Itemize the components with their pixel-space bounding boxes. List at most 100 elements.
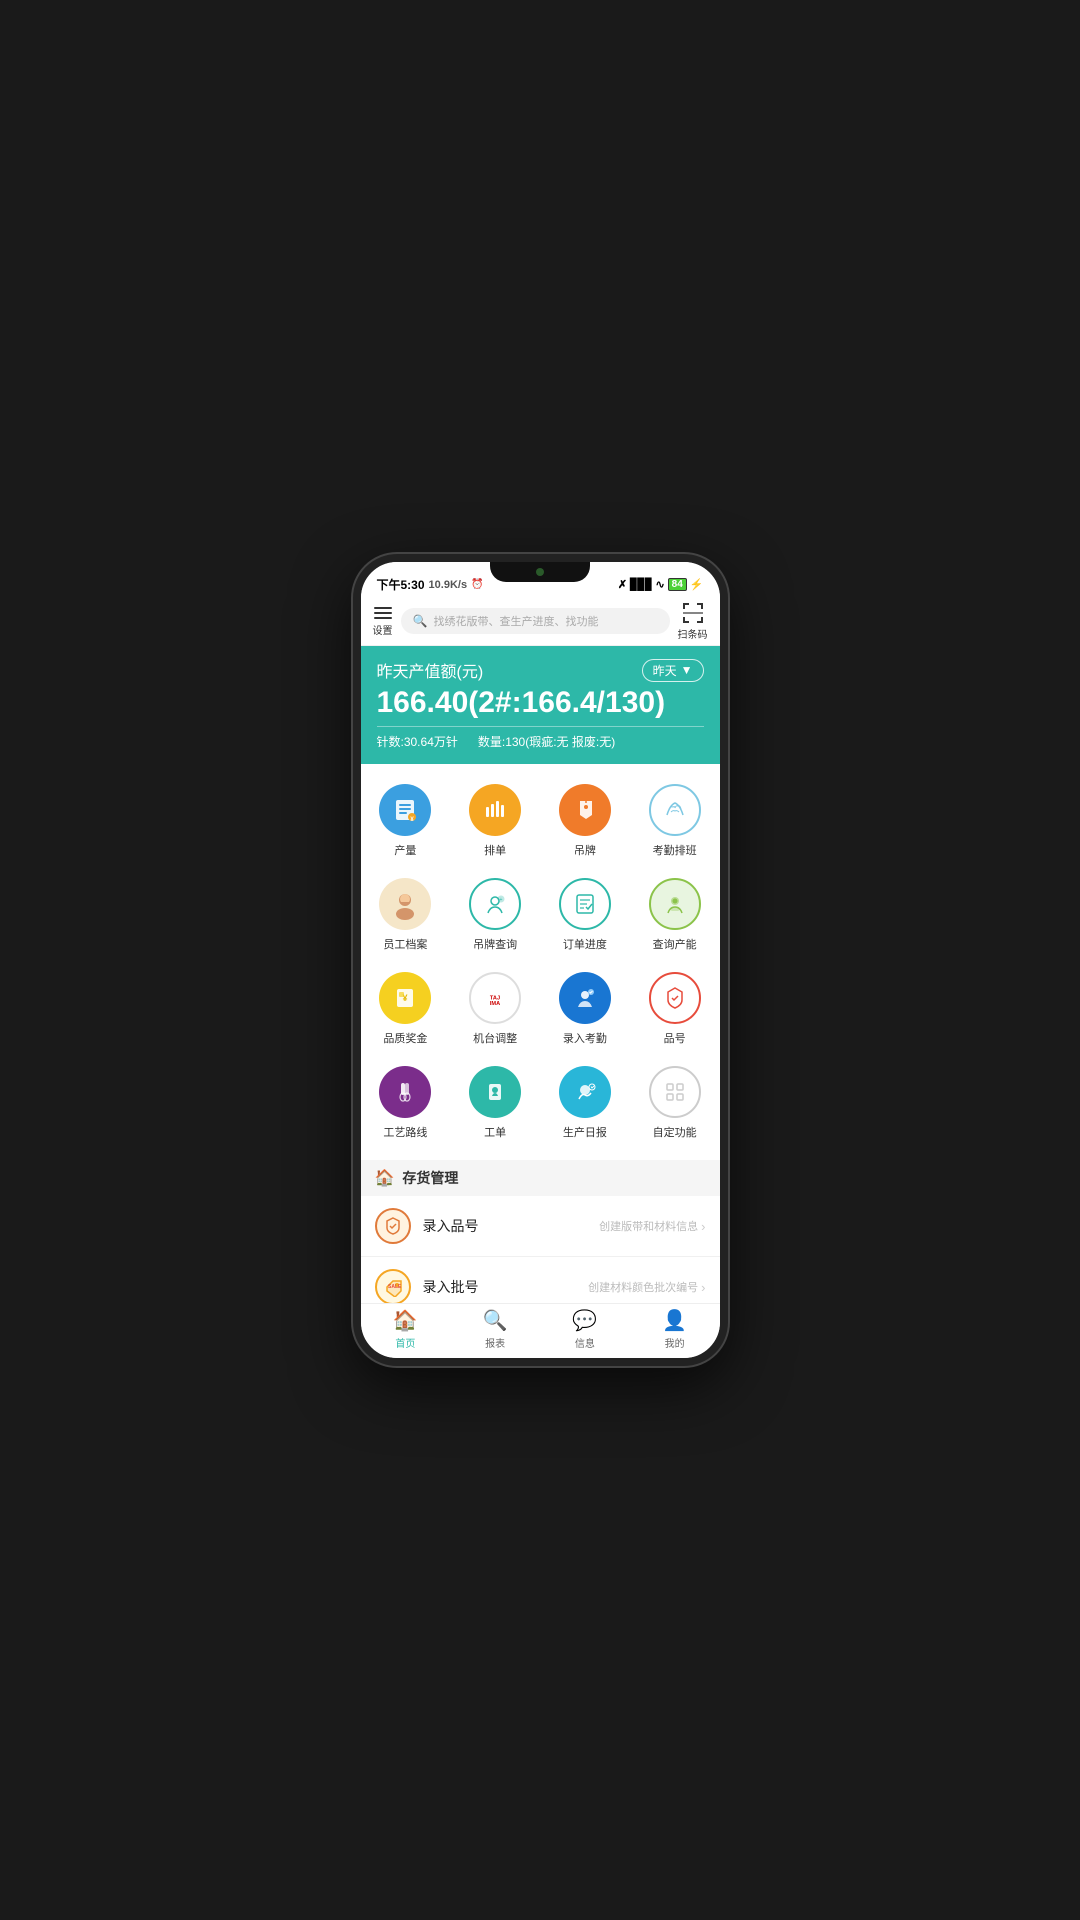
- main-grid: ¥ 产量 排单 吊牌: [361, 764, 720, 1160]
- grid-item-attendance[interactable]: 考勤排班: [630, 774, 720, 868]
- grid-label-schedule: 排单: [484, 842, 506, 858]
- grid-item-tag[interactable]: 吊牌: [540, 774, 630, 868]
- inventory-section-header: 🏠 存货管理: [361, 1160, 720, 1196]
- grid-label-daily-report: 生产日报: [563, 1124, 607, 1140]
- work-order-icon: [469, 1066, 521, 1118]
- svg-text:IMA: IMA: [490, 1001, 500, 1007]
- settings-button[interactable]: 设置: [373, 606, 393, 637]
- app-header: 设置 🔍 找绣花版带、查生产进度、找功能 扫条码: [361, 597, 720, 646]
- alarm-icon: ⏰: [471, 579, 483, 590]
- grid-item-process[interactable]: 工艺路线: [361, 1056, 451, 1150]
- search-icon: 🔍: [413, 614, 428, 628]
- grid-label-work-order: 工单: [484, 1124, 506, 1140]
- grid-label-product-number: 品号: [664, 1030, 686, 1046]
- phone-shell: 下午5:30 10.9K/s ⏰ ✗ ▊▊▊ ∿ 84 ⚡ 设置 🔍 找绣花版带…: [353, 554, 728, 1366]
- order-progress-icon: [559, 878, 611, 930]
- grid-label-capacity: 查询产能: [653, 936, 697, 952]
- banner-title: 昨天产值额(元): [377, 658, 484, 682]
- grid-label-attendance: 考勤排班: [653, 842, 697, 858]
- daily-report-icon: [559, 1066, 611, 1118]
- nav-reports-label: 报表: [485, 1335, 505, 1350]
- product-entry-label: 录入品号: [423, 1216, 588, 1236]
- custom-icon: [649, 1066, 701, 1118]
- product-entry-icon: [375, 1208, 411, 1244]
- home-icon: 🏠: [393, 1308, 418, 1333]
- wifi-icon: ∿: [655, 578, 664, 591]
- grid-item-machine[interactable]: TAJ IMA 机台调整: [450, 962, 540, 1056]
- grid-label-record-attendance: 录入考勤: [563, 1030, 607, 1046]
- grid-label-tag: 吊牌: [574, 842, 596, 858]
- capacity-icon: [649, 878, 701, 930]
- grid-label-order-progress: 订单进度: [563, 936, 607, 952]
- grid-label-custom: 自定功能: [653, 1124, 697, 1140]
- filter-label: 昨天: [653, 662, 677, 679]
- svg-text:+: +: [500, 897, 503, 903]
- reports-icon: 🔍: [483, 1308, 508, 1333]
- speed: 10.9K/s: [429, 579, 468, 591]
- tag-query-icon: +: [469, 878, 521, 930]
- product-number-icon: [649, 972, 701, 1024]
- search-placeholder: 找绣花版带、查生产进度、找功能: [433, 613, 598, 629]
- machine-icon: TAJ IMA: [469, 972, 521, 1024]
- nav-messages[interactable]: 💬 信息: [540, 1308, 630, 1350]
- chevron-down-icon: ▼: [681, 663, 693, 677]
- grid-label-production: 产量: [394, 842, 416, 858]
- grid-item-capacity[interactable]: 查询产能: [630, 868, 720, 962]
- stat-quantity: 数量:130(瑕疵:无 报废:无): [478, 733, 615, 750]
- schedule-icon: [469, 784, 521, 836]
- employee-icon: [379, 878, 431, 930]
- scan-label: 扫条码: [678, 626, 708, 641]
- svg-text:SALE: SALE: [388, 1284, 402, 1290]
- production-value: 166.40(2#:166.4/130): [377, 686, 704, 727]
- list-item-product-entry[interactable]: 录入品号 创建版带和材料信息 ›: [361, 1196, 720, 1257]
- scroll-area[interactable]: ¥ 产量 排单 吊牌: [361, 764, 720, 1324]
- grid-item-custom[interactable]: 自定功能: [630, 1056, 720, 1150]
- grid-item-product-number[interactable]: 品号: [630, 962, 720, 1056]
- grid-item-record-attendance[interactable]: 录入考勤: [540, 962, 630, 1056]
- profile-icon: 👤: [662, 1308, 687, 1333]
- batch-entry-label: 录入批号: [423, 1277, 577, 1297]
- grid-item-work-order[interactable]: 工单: [450, 1056, 540, 1150]
- inventory-section-icon: 🏠: [375, 1168, 395, 1188]
- notch: [490, 562, 590, 582]
- stat-needles: 针数:30.64万针: [377, 733, 458, 750]
- quality-icon: ¥: [379, 972, 431, 1024]
- grid-item-employee[interactable]: 员工档案: [361, 868, 451, 962]
- nav-reports[interactable]: 🔍 报表: [450, 1308, 540, 1350]
- attendance-icon: [649, 784, 701, 836]
- search-bar[interactable]: 🔍 找绣花版带、查生产进度、找功能: [401, 608, 670, 634]
- scan-button[interactable]: 扫条码: [678, 601, 708, 641]
- settings-label: 设置: [373, 622, 393, 637]
- batch-entry-sub: 创建材料颜色批次编号 ›: [588, 1279, 705, 1295]
- record-attendance-icon: [559, 972, 611, 1024]
- filter-button[interactable]: 昨天 ▼: [642, 659, 704, 682]
- nav-home[interactable]: 🏠 首页: [361, 1308, 451, 1350]
- grid-label-process: 工艺路线: [383, 1124, 427, 1140]
- grid-label-tag-query: 吊牌查询: [473, 936, 517, 952]
- time: 下午5:30: [377, 576, 425, 593]
- inventory-section-title: 存货管理: [402, 1168, 458, 1188]
- messages-icon: 💬: [572, 1308, 597, 1333]
- grid-label-quality: 品质奖金: [383, 1030, 427, 1046]
- production-icon: ¥: [379, 784, 431, 836]
- scan-icon: [681, 601, 705, 625]
- camera: [536, 568, 544, 576]
- grid-label-machine: 机台调整: [473, 1030, 517, 1046]
- nav-profile-label: 我的: [665, 1335, 685, 1350]
- bottom-nav: 🏠 首页 🔍 报表 💬 信息 👤 我的: [361, 1303, 720, 1358]
- grid-label-employee: 员工档案: [383, 936, 427, 952]
- grid-item-schedule[interactable]: 排单: [450, 774, 540, 868]
- battery: 84: [668, 578, 687, 591]
- product-entry-sub: 创建版带和材料信息 ›: [599, 1218, 705, 1234]
- signal1-icon: ▊▊▊: [630, 578, 652, 591]
- bluetooth-icon: ✗: [618, 578, 627, 591]
- grid-item-tag-query[interactable]: + 吊牌查询: [450, 868, 540, 962]
- grid-item-order-progress[interactable]: 订单进度: [540, 868, 630, 962]
- grid-item-quality[interactable]: ¥ 品质奖金: [361, 962, 451, 1056]
- grid-item-production[interactable]: ¥ 产量: [361, 774, 451, 868]
- batch-entry-icon: SALE: [375, 1269, 411, 1305]
- grid-item-daily-report[interactable]: 生产日报: [540, 1056, 630, 1150]
- nav-messages-label: 信息: [575, 1335, 595, 1350]
- nav-profile[interactable]: 👤 我的: [630, 1308, 720, 1350]
- process-icon: [379, 1066, 431, 1118]
